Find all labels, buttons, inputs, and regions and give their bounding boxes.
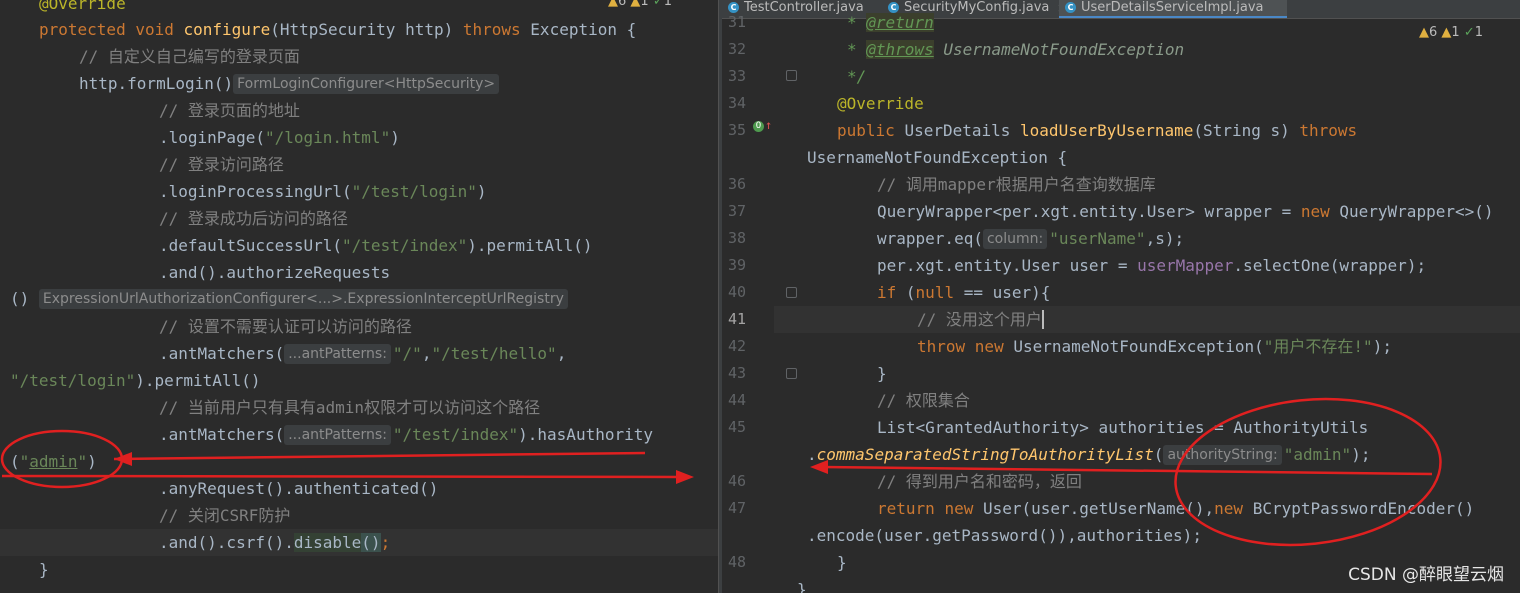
annotation: @Override (39, 0, 126, 13)
admin-authority-string: admin (29, 452, 78, 471)
code-line[interactable]: if (null == user){ (722, 279, 1520, 306)
comment: // 自定义自己编写的登录页面 (79, 47, 300, 66)
inlay-param-hint: authorityString: (1163, 445, 1282, 465)
code-line[interactable]: .encode(user.getPassword()),authorities)… (722, 522, 1520, 549)
inlay-type-hint: ExpressionUrlAuthorizationConfigurer<...… (38, 289, 568, 309)
code-line[interactable]: // 关闭CSRF防护 (0, 502, 718, 529)
code-line[interactable]: } (722, 360, 1520, 387)
comment: // 权限集合 (877, 391, 970, 410)
left-editor-pane[interactable]: ▲6 ▲1 ✓1 @Override protected void config… (0, 0, 718, 593)
inlay-param-hint: ...antPatterns: (284, 344, 391, 364)
code-line-current[interactable]: .and().csrf().disable(); (0, 529, 718, 556)
method-name: loadUserByUsername (1020, 121, 1194, 140)
code-line[interactable]: .antMatchers(...antPatterns: "/","/test/h… (0, 340, 718, 367)
inlay-type-hint: FormLoginConfigurer<HttpSecurity> (233, 74, 500, 94)
code-line[interactable]: // 登录成功后访问的路径 (0, 205, 718, 232)
code-line[interactable]: @Override (0, 0, 718, 17)
code-line[interactable]: wrapper.eq(column: "userName",s); (722, 225, 1520, 252)
method-name: configure (183, 20, 271, 39)
code-line[interactable]: .loginPage("/login.html") (0, 124, 718, 151)
right-editor-pane[interactable]: C TestController.java C SecurityMyConfig.j… (722, 0, 1520, 593)
code-line[interactable]: .anyRequest().authenticated() (0, 475, 718, 502)
code-line[interactable]: // 当前用户只有具有admin权限才可以访问这个路径 (0, 394, 718, 421)
code-line[interactable]: @Override (722, 90, 1520, 117)
code-line[interactable]: "/test/login").permitAll() (0, 367, 718, 394)
text-caret (1041, 310, 1044, 329)
code-line[interactable]: ("admin") (0, 448, 718, 475)
comment: // 登录访问路径 (159, 155, 284, 174)
code-line[interactable]: per.xgt.entity.User user = userMapper.se… (722, 252, 1520, 279)
code-line[interactable]: UsernameNotFoundException { (722, 144, 1520, 171)
code-line[interactable]: public UserDetails loadUserByUsername(St… (722, 117, 1520, 144)
code-line[interactable]: // 权限集合 (722, 387, 1520, 414)
code-line[interactable]: .antMatchers(...antPatterns: "/test/index… (0, 421, 718, 448)
comment: // 关闭CSRF防护 (159, 506, 291, 525)
code-line[interactable]: // 设置不需要认证可以访问的路径 (0, 313, 718, 340)
code-line[interactable]: QueryWrapper<per.xgt.entity.User> wrappe… (722, 198, 1520, 225)
code-line-current[interactable]: // 没用这个用户 (722, 306, 1520, 333)
code-line[interactable]: // 得到用户名和密码，返回 (722, 468, 1520, 495)
comment: // 得到用户名和密码，返回 (877, 472, 1082, 491)
code-line[interactable]: // 自定义自己编写的登录页面 (0, 43, 718, 70)
code-line[interactable]: * @return (722, 9, 1520, 36)
code-line[interactable]: .loginProcessingUrl("/test/login") (0, 178, 718, 205)
admin-authority-string: "admin" (1283, 445, 1352, 464)
inlay-param-hint: ...antPatterns: (284, 425, 391, 445)
code-line[interactable]: protected void configure(HttpSecurity ht… (0, 16, 718, 43)
inlay-param-hint: column: (982, 229, 1048, 249)
comment: // 调用mapper根据用户名查询数据库 (877, 175, 1156, 194)
code-line[interactable]: return new User(user.getUserName(),new B… (722, 495, 1520, 522)
comment: // 没用这个用户 (917, 310, 1042, 329)
watermark: CSDN @醉眼望云烟 (1348, 565, 1504, 585)
code-line[interactable]: * @throws UsernameNotFoundException (722, 36, 1520, 63)
code-line[interactable]: .defaultSuccessUrl("/test/index").permit… (0, 232, 718, 259)
comment: // 设置不需要认证可以访问的路径 (159, 317, 412, 336)
code-line[interactable]: List<GrantedAuthority> authorities = Aut… (722, 414, 1520, 441)
comment: // 当前用户只有具有admin权限才可以访问这个路径 (159, 398, 541, 417)
code-line[interactable]: http.formLogin() FormLoginConfigurer<Http… (0, 70, 718, 97)
code-line[interactable]: // 调用mapper根据用户名查询数据库 (722, 171, 1520, 198)
code-line[interactable]: .and().authorizeRequests (0, 259, 718, 286)
code-line[interactable]: // 登录访问路径 (0, 151, 718, 178)
code-line[interactable]: } (0, 556, 718, 583)
code-line[interactable]: throw new UsernameNotFoundException("用户不… (722, 333, 1520, 360)
code-line[interactable]: .commaSeparatedStringToAuthorityList(aut… (722, 441, 1520, 468)
comment: // 登录成功后访问的路径 (159, 209, 348, 228)
comment: // 登录页面的地址 (159, 101, 300, 120)
code-line[interactable]: () ExpressionUrlAuthorizationConfigurer<… (0, 285, 718, 312)
code-line[interactable]: */ (722, 63, 1520, 90)
code-line[interactable]: // 登录页面的地址 (0, 97, 718, 124)
